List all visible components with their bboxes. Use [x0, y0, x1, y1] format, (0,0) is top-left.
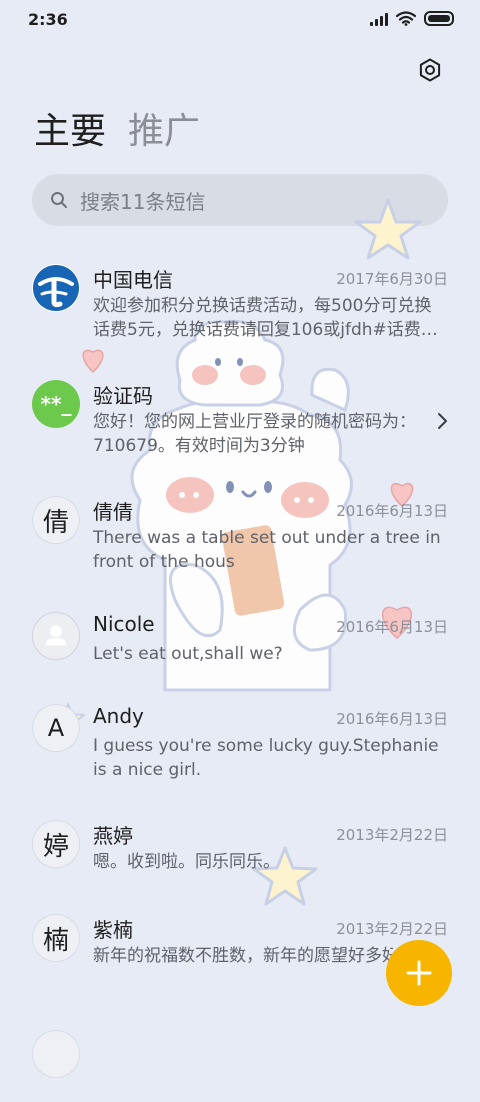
conversation-item[interactable]: **_ 验证码 您好！您的网上营业厅登录的随机密码为：710679。有效时间为3…	[0, 362, 480, 456]
contact-name: 倩倩	[93, 500, 133, 524]
message-preview: 新年的祝福数不胜数，新年的愿望好多好多，新年的问候依旧美好，在这个温馨的时	[93, 946, 393, 966]
message-date: 2013年2月22日	[336, 920, 448, 938]
message-preview: There was a table set out under a tree i…	[93, 528, 441, 572]
avatar: 婷	[32, 820, 80, 868]
conversation-item[interactable]: A Andy 2016年6月13日 I guess you're some lu…	[0, 686, 480, 780]
message-preview: 欢迎参加积分兑换话费活动，每500分可兑换话费5元，兑换话费请回复106或jfd…	[93, 296, 438, 340]
avatar: A	[32, 704, 80, 752]
message-date: 2016年6月13日	[336, 710, 448, 728]
message-date: 2016年6月13日	[336, 502, 448, 520]
tab-bar: 主要 推广	[34, 108, 200, 156]
search-icon	[51, 192, 67, 208]
gear-icon	[419, 58, 441, 82]
message-preview: I guess you're some lucky guy.Stephanie …	[93, 736, 439, 780]
contact-name: 中国电信	[93, 268, 173, 292]
message-preview: 您好！您的网上营业厅登录的随机密码为：710679。有效时间为3分钟	[93, 412, 416, 456]
person-icon	[45, 625, 67, 646]
conversation-item[interactable]: 中国电信 2017年6月30日 欢迎参加积分兑换话费活动，每500分可兑换话费5…	[0, 246, 480, 340]
conversation-item[interactable]: 婷 燕婷 2013年2月22日 嗯。收到啦。同乐同乐。	[0, 802, 480, 892]
status-icons	[370, 11, 454, 26]
contact-name: Andy	[93, 704, 144, 728]
contact-name: Nicole	[93, 612, 155, 636]
conversation-item[interactable]: Nicole 2016年6月13日 Let's eat out,shall we…	[0, 594, 480, 684]
message-preview: Let's eat out,shall we?	[93, 644, 283, 664]
message-date: 2016年6月13日	[336, 618, 448, 636]
search-placeholder: 搜索11条短信	[80, 189, 206, 214]
avatar: **_	[32, 380, 80, 428]
message-preview: 嗯。收到啦。同乐同乐。	[93, 852, 280, 872]
tab-promotions[interactable]: 推广	[128, 108, 200, 156]
avatar	[32, 1030, 80, 1078]
battery-icon	[424, 11, 454, 26]
conversation-item[interactable]: 倩 倩倩 2016年6月13日 There was a table set ou…	[0, 478, 480, 572]
tab-primary[interactable]: 主要	[34, 108, 106, 156]
new-message-button[interactable]	[386, 940, 452, 1006]
message-date: 2013年2月22日	[336, 826, 448, 844]
settings-button[interactable]	[416, 56, 444, 84]
contact-name: 燕婷	[93, 824, 133, 848]
status-bar: 2:36	[0, 0, 480, 40]
contact-name: 紫楠	[93, 918, 133, 942]
avatar: 楠	[32, 914, 80, 962]
plus-icon	[406, 960, 432, 986]
avatar: 倩	[32, 496, 80, 544]
search-input[interactable]: 搜索11条短信	[32, 174, 448, 226]
status-time: 2:36	[28, 10, 68, 29]
avatar	[32, 264, 80, 312]
avatar	[32, 612, 80, 660]
signal-icon	[370, 12, 388, 26]
conversation-item-partial[interactable]	[0, 1012, 480, 1102]
contact-name: 验证码	[93, 384, 153, 408]
chevron-right-icon[interactable]	[436, 412, 448, 430]
china-telecom-logo-icon	[33, 265, 79, 311]
message-date: 2017年6月30日	[336, 270, 448, 288]
wifi-icon	[396, 11, 416, 26]
